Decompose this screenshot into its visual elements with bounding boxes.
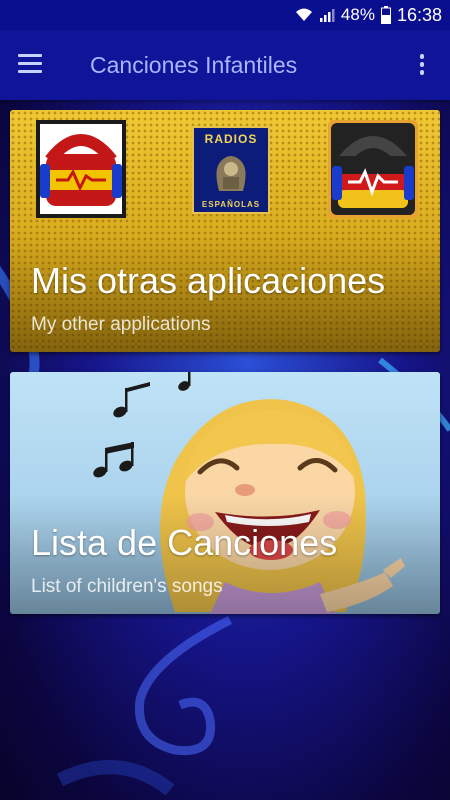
logo-text-top: RADIOS [204, 132, 258, 146]
signal-icon [319, 9, 335, 22]
my-other-apps-card[interactable]: RADIOS ESPAÑOLAS Mis otras aplicaciones … [10, 110, 440, 352]
my-other-apps-title: Mis otras aplicaciones [31, 260, 386, 301]
radios-espanolas-logo: RADIOS ESPAÑOLAS [192, 126, 270, 214]
hamburger-menu-icon[interactable] [18, 54, 42, 74]
my-other-apps-subtitle: My other applications [31, 314, 211, 335]
shield-emblem-icon [216, 156, 246, 191]
overflow-menu-icon[interactable] [417, 54, 427, 78]
song-list-card[interactable]: Lista de Canciones List of children's so… [10, 372, 440, 614]
song-list-title: Lista de Canciones [31, 522, 338, 563]
song-list-subtitle: List of children's songs [31, 576, 223, 597]
logo-text-bottom: ESPAÑOLAS [201, 200, 261, 209]
battery-percent: 48% [340, 5, 375, 24]
radio-app-icon-germany [328, 120, 418, 218]
app-bar: Canciones Infantiles [0, 30, 450, 100]
wifi-icon [295, 8, 312, 21]
clock: 16:38 [396, 4, 442, 25]
status-bar: 48% 16:38 [0, 0, 450, 30]
app-title: Canciones Infantiles [90, 52, 298, 78]
battery-icon [380, 6, 391, 24]
radio-app-icon-red [36, 120, 126, 218]
